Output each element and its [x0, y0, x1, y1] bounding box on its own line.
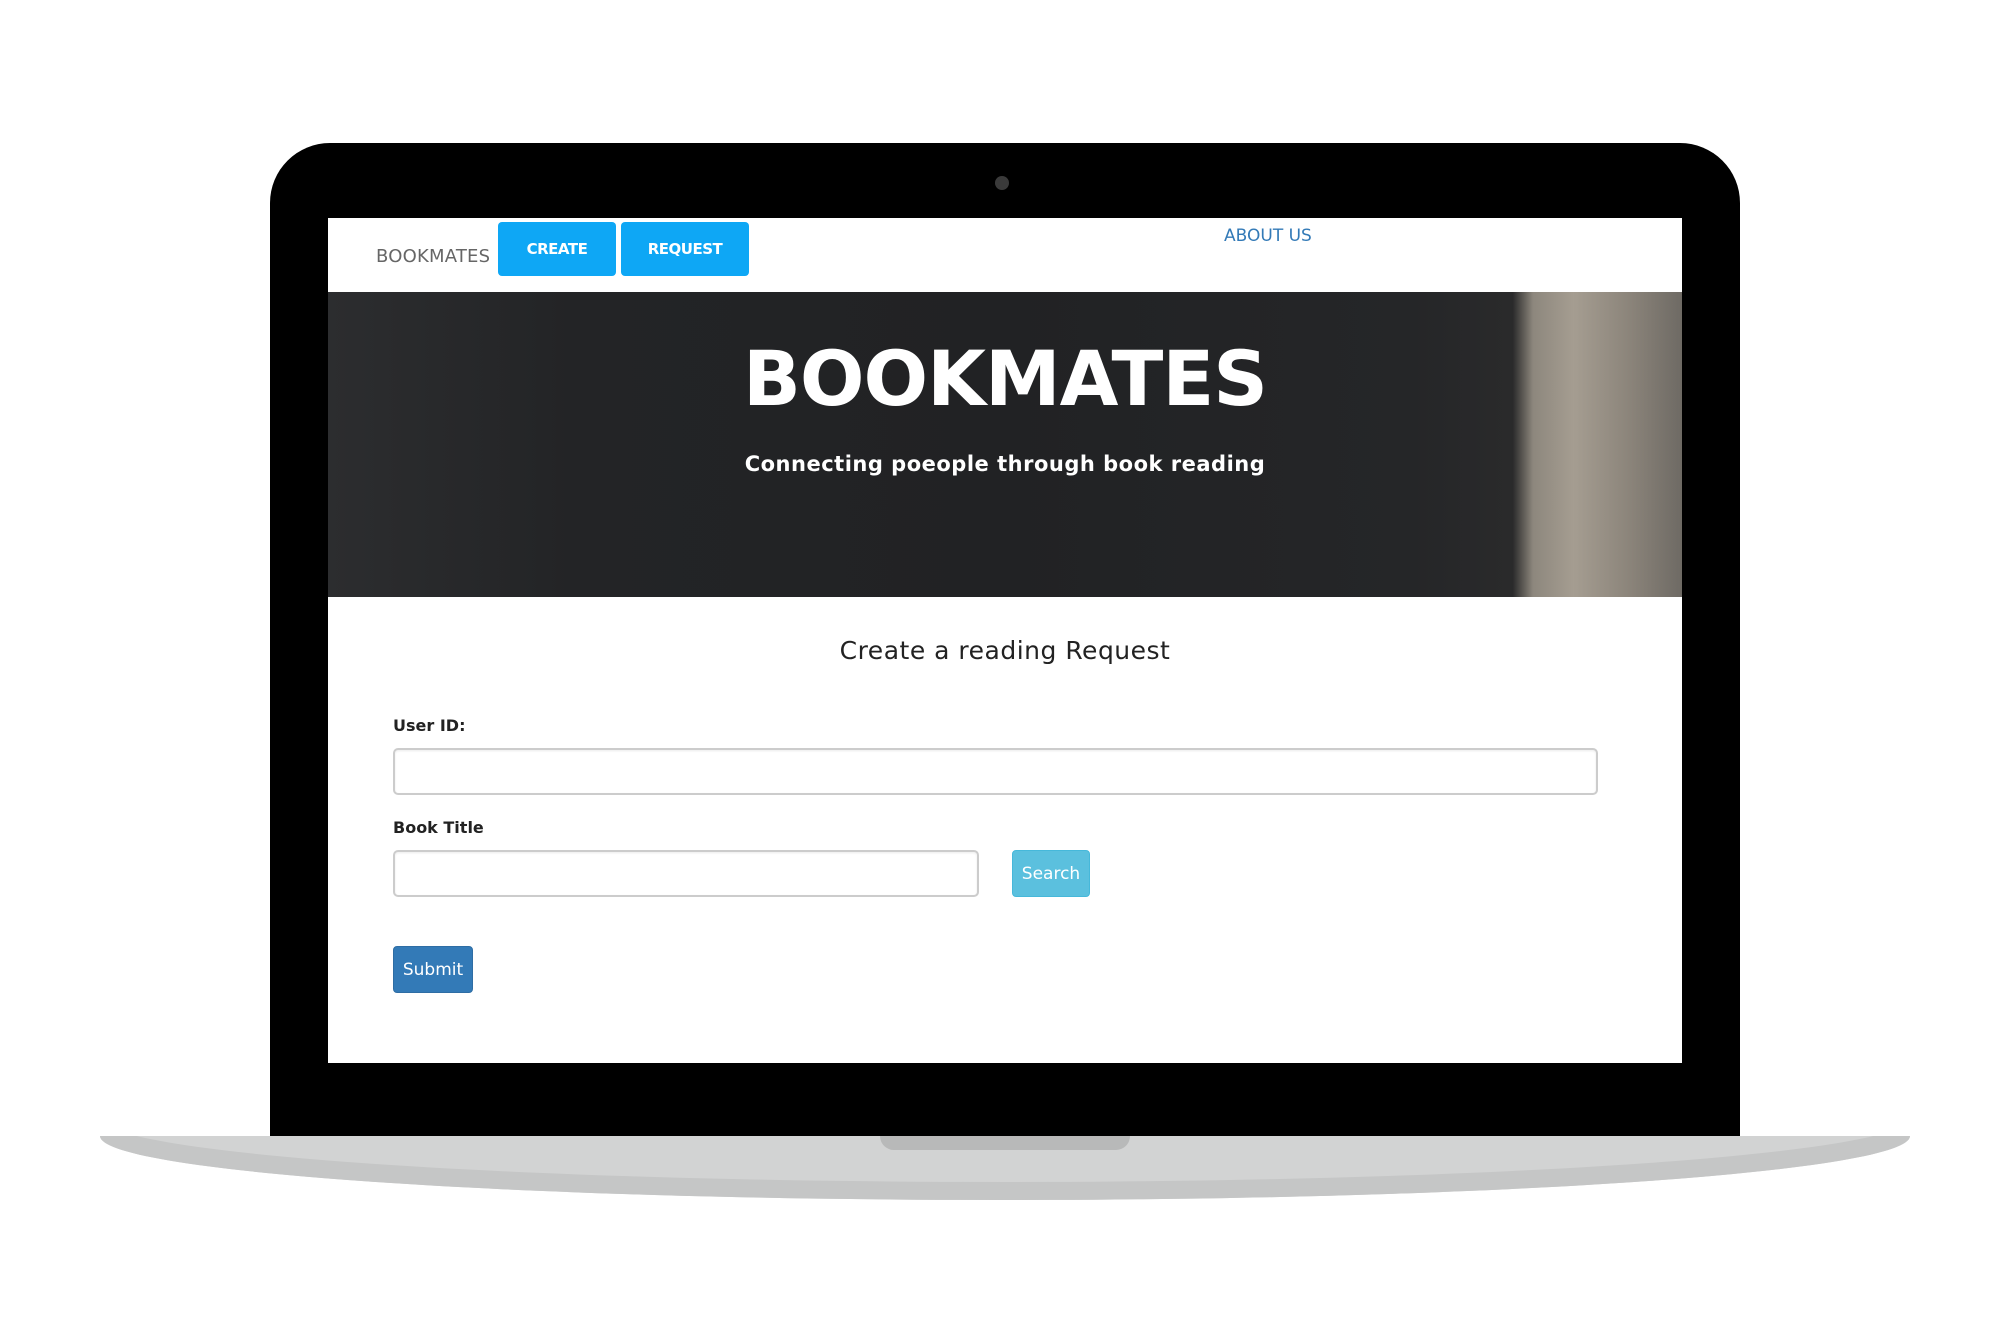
navbar: BOOKMATES CREATE REQUEST ABOUT US	[328, 218, 1682, 292]
user-id-label: User ID:	[393, 716, 466, 735]
camera-icon	[995, 176, 1009, 190]
hero-banner: BOOKMATES Connecting poeople through boo…	[328, 292, 1682, 597]
brand-link[interactable]: BOOKMATES	[376, 246, 490, 267]
laptop-base-notch	[880, 1136, 1130, 1150]
about-us-link[interactable]: ABOUT US	[1224, 226, 1312, 246]
create-nav-button[interactable]: CREATE	[498, 222, 616, 276]
search-button[interactable]: Search	[1012, 850, 1090, 897]
hero-subtitle: Connecting poeople through book reading	[744, 452, 1266, 476]
submit-button[interactable]: Submit	[393, 946, 473, 993]
user-id-field[interactable]	[393, 748, 1598, 795]
hero-title: BOOKMATES	[742, 334, 1268, 423]
form-heading: Create a reading Request	[839, 636, 1171, 665]
book-title-label: Book Title	[393, 818, 484, 837]
request-nav-button[interactable]: REQUEST	[621, 222, 749, 276]
browser-viewport: BOOKMATES CREATE REQUEST ABOUT US BOOKMA…	[328, 218, 1682, 1063]
book-title-field[interactable]	[393, 850, 979, 897]
